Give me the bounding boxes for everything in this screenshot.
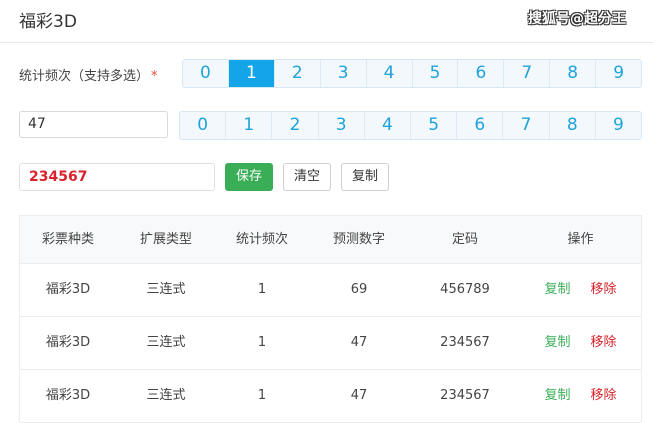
results-table: 彩票种类 扩展类型 统计频次 预测数字 定码 操作 福彩3D 三连式 1 69 … — [19, 215, 642, 423]
cell-fixed-code: 456789 — [440, 282, 490, 297]
column-header-frequency: 统计频次 — [235, 232, 288, 247]
digit-key-3[interactable]: 3 — [319, 112, 365, 139]
digit-key-4[interactable]: 4 — [365, 112, 412, 139]
cell-actions: 复制 移除 — [520, 370, 641, 422]
copy-button[interactable]: 复制 — [341, 163, 389, 191]
digit-key-8[interactable]: 8 — [550, 112, 596, 139]
cell-fixed-code: 234567 — [440, 388, 490, 403]
cell-extension-type: 三连式 — [146, 282, 186, 297]
watermark: 搜狐号@超分王 — [528, 11, 626, 27]
frequency-label: 统计频次（支持多选） * — [19, 65, 158, 84]
cell-lottery-type: 福彩3D — [45, 335, 91, 350]
cell-lottery-type: 福彩3D — [45, 282, 91, 297]
frequency-option-4[interactable]: 4 — [367, 60, 413, 87]
cell-predicted-number: 47 — [350, 388, 368, 403]
digit-key-5[interactable]: 5 — [411, 112, 458, 139]
cell-predicted-number: 47 — [350, 335, 368, 350]
digit-key-1[interactable]: 1 — [226, 112, 273, 139]
column-header-extension-type: 扩展类型 — [139, 232, 192, 247]
required-mark: * — [151, 69, 158, 84]
cell-extension-type: 三连式 — [146, 335, 186, 350]
frequency-option-5[interactable]: 5 — [413, 60, 459, 87]
number-input[interactable]: 47 — [19, 111, 168, 138]
frequency-option-2[interactable]: 2 — [275, 60, 321, 87]
cell-frequency: 1 — [257, 335, 267, 350]
save-button[interactable]: 保存 — [225, 163, 273, 191]
frequency-option-9[interactable]: 9 — [596, 60, 641, 87]
cell-frequency: 1 — [257, 388, 267, 403]
digit-key-7[interactable]: 7 — [503, 112, 550, 139]
table-row: 福彩3D 三连式 1 69 456789 复制 移除 — [20, 264, 641, 317]
table-row: 福彩3D 三连式 1 47 234567 复制 移除 — [20, 370, 641, 423]
clear-button[interactable]: 清空 — [283, 163, 331, 191]
cell-predicted-number: 69 — [350, 282, 368, 297]
column-header-predicted-number: 预测数字 — [332, 232, 385, 247]
digit-key-0[interactable]: 0 — [180, 112, 227, 139]
cell-extension-type: 三连式 — [146, 388, 186, 403]
row-remove-link[interactable]: 移除 — [591, 282, 617, 297]
frequency-option-3[interactable]: 3 — [321, 60, 367, 87]
table-row: 福彩3D 三连式 1 47 234567 复制 移除 — [20, 317, 641, 370]
column-header-fixed-code: 定码 — [451, 232, 478, 247]
page-title: 福彩3D — [19, 12, 77, 32]
cell-lottery-type: 福彩3D — [45, 388, 91, 403]
frequency-label-text: 统计频次（支持多选） — [19, 69, 150, 84]
row-copy-link[interactable]: 复制 — [544, 282, 570, 297]
row-remove-link[interactable]: 移除 — [591, 335, 617, 350]
frequency-option-7[interactable]: 7 — [504, 60, 551, 87]
digit-pad: 0 1 2 3 4 5 6 7 8 9 — [179, 111, 642, 140]
frequency-option-1[interactable]: 1 — [228, 60, 275, 87]
frequency-option-0[interactable]: 0 — [183, 60, 229, 87]
frequency-selector: 0 1 2 3 4 5 6 7 8 9 — [182, 59, 642, 88]
app-header: 福彩3D 搜狐号@超分王 — [0, 0, 653, 43]
cell-actions: 复制 移除 — [520, 317, 641, 369]
row-copy-link[interactable]: 复制 — [544, 388, 570, 403]
digit-key-9[interactable]: 9 — [596, 112, 641, 139]
table-header: 彩票种类 扩展类型 统计频次 预测数字 定码 操作 — [20, 216, 641, 264]
frequency-option-6[interactable]: 6 — [458, 60, 505, 87]
column-header-actions: 操作 — [567, 232, 594, 247]
cell-fixed-code: 234567 — [440, 335, 490, 350]
cell-frequency: 1 — [257, 282, 267, 297]
digit-key-2[interactable]: 2 — [272, 112, 319, 139]
frequency-option-8[interactable]: 8 — [550, 60, 597, 87]
cell-actions: 复制 移除 — [520, 264, 641, 316]
row-remove-link[interactable]: 移除 — [591, 388, 617, 403]
digit-key-6[interactable]: 6 — [457, 112, 504, 139]
row-copy-link[interactable]: 复制 — [544, 335, 570, 350]
result-field[interactable]: 234567 — [19, 163, 215, 191]
column-header-lottery-type: 彩票种类 — [41, 232, 94, 247]
